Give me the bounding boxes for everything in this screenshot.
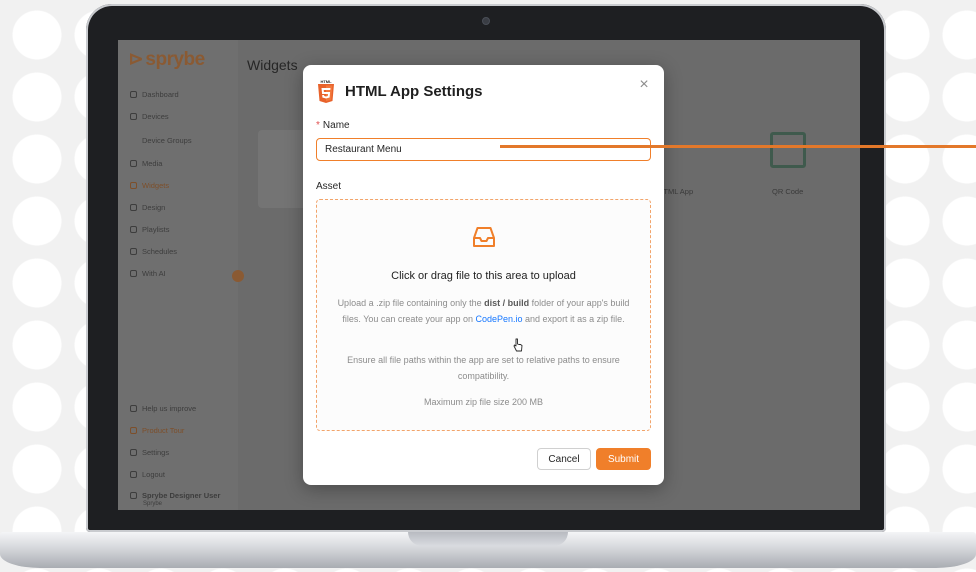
laptop-notch — [408, 532, 568, 546]
html-app-settings-dialog: HTML HTML App Settings × *Name Asset Cli… — [303, 65, 664, 485]
file-upload-dropzone[interactable]: Click or drag file to this area to uploa… — [316, 199, 651, 431]
sidebar-item-widgets[interactable]: Widgets — [130, 181, 169, 190]
relative-paths-note: Ensure all file paths within the app are… — [347, 355, 620, 381]
name-input[interactable] — [316, 138, 651, 161]
tour-icon — [130, 427, 137, 434]
callout-line — [500, 145, 976, 148]
sidebar-item-design[interactable]: Design — [130, 203, 165, 212]
dropzone-title: Click or drag file to this area to uploa… — [391, 270, 576, 282]
sidebar-item-devices[interactable]: Devices — [130, 112, 169, 121]
name-label: * Name — [316, 120, 350, 131]
sidebar-item-schedules[interactable]: Schedules — [130, 247, 177, 256]
sidebar-item-media[interactable]: Media — [130, 159, 162, 168]
svg-text:HTML: HTML — [320, 79, 332, 84]
gear-icon — [130, 449, 137, 456]
sidebar-item-with-ai[interactable]: With AI — [130, 269, 166, 278]
help-icon — [130, 405, 137, 412]
sidebar-item-settings[interactable]: Settings — [130, 448, 169, 457]
dialog-title: HTML App Settings — [345, 82, 483, 100]
widget-label-qr: QR Code — [772, 187, 804, 196]
sidebar: ⊳ sprybe Dashboard Devices Device Groups … — [118, 40, 238, 510]
user-role: Sprybe — [143, 501, 163, 507]
html5-icon: HTML — [318, 79, 334, 103]
devices-icon — [130, 113, 137, 120]
asset-label: Asset — [316, 181, 342, 192]
dropzone-description: Upload a .zip file containing only the d… — [337, 298, 630, 324]
schedules-icon — [130, 248, 137, 255]
dialog-header: HTML HTML App Settings — [317, 79, 483, 103]
sidebar-item-help[interactable]: Help us improve — [130, 404, 196, 413]
sidebar-item-device-groups[interactable]: Device Groups — [142, 136, 192, 145]
playlists-icon — [130, 226, 137, 233]
user-icon — [130, 492, 137, 499]
ai-icon — [130, 270, 137, 277]
hand-cursor-icon — [513, 338, 523, 352]
page-title: Widgets — [247, 57, 298, 73]
sidebar-item-playlists[interactable]: Playlists — [130, 225, 170, 234]
logo: ⊳ sprybe — [128, 49, 205, 70]
camera-icon — [482, 17, 490, 25]
design-icon — [130, 204, 137, 211]
logout-icon — [130, 471, 137, 478]
submit-button[interactable]: Submit — [596, 448, 651, 470]
widgets-icon — [130, 182, 137, 189]
required-mark: * — [316, 120, 320, 131]
inbox-icon — [473, 227, 495, 247]
cancel-button[interactable]: Cancel — [537, 448, 591, 470]
logo-icon: ⊳ — [128, 49, 144, 70]
sidebar-item-dashboard[interactable]: Dashboard — [130, 90, 179, 99]
close-button[interactable]: × — [634, 75, 654, 95]
dashboard-icon — [130, 91, 137, 98]
max-file-size: Maximum zip file size 200 MB — [423, 397, 544, 407]
media-icon — [130, 160, 137, 167]
collapse-toggle[interactable] — [232, 270, 244, 282]
sidebar-item-logout[interactable]: Logout — [130, 470, 165, 479]
codepen-link[interactable]: CodePen.io — [475, 314, 522, 324]
qr-code-icon — [770, 132, 806, 168]
user-profile[interactable]: Sprybe Designer User — [130, 491, 220, 500]
sidebar-item-product-tour[interactable]: Product Tour — [130, 426, 184, 435]
